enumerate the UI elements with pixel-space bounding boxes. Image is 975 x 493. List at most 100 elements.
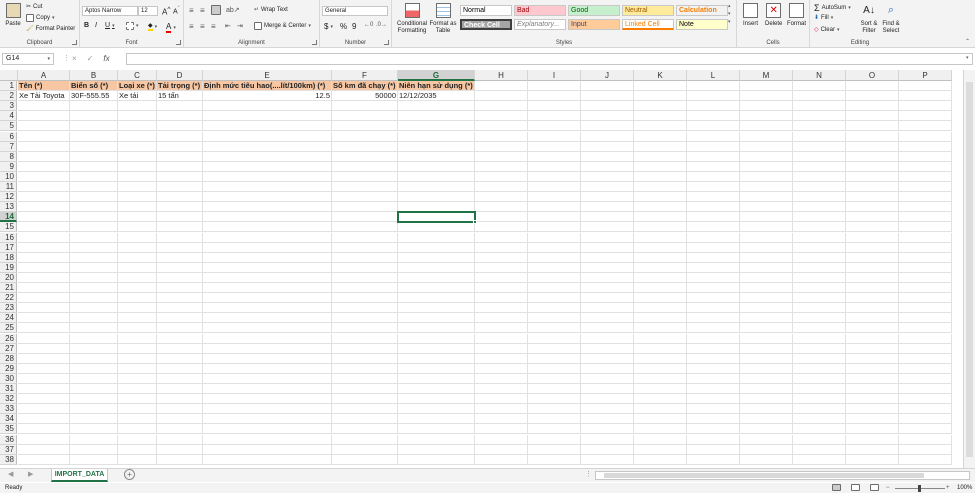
- cell[interactable]: [846, 414, 899, 425]
- cell[interactable]: [70, 272, 118, 283]
- cell[interactable]: [687, 262, 740, 273]
- cell[interactable]: [332, 121, 398, 132]
- cell[interactable]: [475, 303, 528, 314]
- cell[interactable]: [793, 171, 846, 182]
- cell[interactable]: [740, 141, 793, 152]
- row-header[interactable]: 9: [0, 161, 17, 172]
- cell[interactable]: [846, 242, 899, 253]
- page-break-icon[interactable]: [870, 484, 879, 491]
- cell[interactable]: [398, 171, 475, 182]
- vertical-scrollbar[interactable]: [963, 70, 975, 468]
- cell[interactable]: [740, 131, 793, 142]
- cell[interactable]: [332, 222, 398, 233]
- cell[interactable]: [475, 141, 528, 152]
- cell[interactable]: [398, 242, 475, 253]
- cell[interactable]: [203, 363, 332, 374]
- cell[interactable]: [634, 343, 687, 354]
- cell[interactable]: [332, 343, 398, 354]
- cell[interactable]: [332, 424, 398, 435]
- cell[interactable]: [118, 384, 157, 395]
- font-color-button[interactable]: A ▾: [166, 22, 176, 33]
- cell[interactable]: [528, 363, 581, 374]
- cell[interactable]: [687, 131, 740, 142]
- cell[interactable]: [332, 384, 398, 395]
- cell[interactable]: [203, 252, 332, 263]
- row-header[interactable]: 8: [0, 151, 17, 162]
- cell[interactable]: [475, 131, 528, 142]
- cell[interactable]: [581, 242, 634, 253]
- cell[interactable]: [793, 81, 846, 92]
- cell[interactable]: [70, 222, 118, 233]
- cell[interactable]: [846, 333, 899, 344]
- cell[interactable]: [475, 283, 528, 294]
- cell[interactable]: [528, 373, 581, 384]
- cell[interactable]: [118, 313, 157, 324]
- cell[interactable]: [398, 293, 475, 304]
- cell[interactable]: [157, 212, 203, 223]
- cell[interactable]: [118, 171, 157, 182]
- cell[interactable]: [687, 323, 740, 334]
- style-good[interactable]: Good: [568, 5, 620, 16]
- cell[interactable]: [398, 394, 475, 405]
- cell[interactable]: [18, 212, 70, 223]
- cell[interactable]: [687, 171, 740, 182]
- cell[interactable]: [846, 404, 899, 415]
- format-button[interactable]: Format: [787, 3, 806, 27]
- cell[interactable]: [70, 343, 118, 354]
- cell[interactable]: [70, 434, 118, 445]
- cell[interactable]: [740, 313, 793, 324]
- dialog-launcher-icon[interactable]: [72, 40, 77, 45]
- cell[interactable]: [846, 81, 899, 92]
- cell[interactable]: [332, 363, 398, 374]
- cell[interactable]: [634, 373, 687, 384]
- cell[interactable]: [157, 182, 203, 193]
- cell[interactable]: [18, 232, 70, 243]
- cell[interactable]: [18, 131, 70, 142]
- cell[interactable]: [118, 293, 157, 304]
- cell[interactable]: [793, 242, 846, 253]
- cell[interactable]: [846, 171, 899, 182]
- cell[interactable]: [528, 111, 581, 122]
- column-header-o[interactable]: O: [846, 70, 899, 81]
- cell[interactable]: [687, 161, 740, 172]
- cell[interactable]: [475, 202, 528, 213]
- cell[interactable]: [581, 91, 634, 102]
- cell[interactable]: [634, 121, 687, 132]
- cell[interactable]: [203, 293, 332, 304]
- row-header[interactable]: 29: [0, 363, 17, 374]
- cell[interactable]: [846, 394, 899, 405]
- cell[interactable]: [846, 202, 899, 213]
- cell[interactable]: [157, 323, 203, 334]
- delete-button[interactable]: ✕ Delete: [765, 3, 782, 27]
- cell[interactable]: [793, 414, 846, 425]
- cell[interactable]: [581, 262, 634, 273]
- cell[interactable]: [398, 283, 475, 294]
- cell[interactable]: [899, 242, 952, 253]
- cell[interactable]: [157, 283, 203, 294]
- cell[interactable]: [203, 353, 332, 364]
- gallery-scroll[interactable]: ▴ ▾ ▾: [728, 3, 731, 25]
- cell[interactable]: [70, 313, 118, 324]
- cell[interactable]: [687, 313, 740, 324]
- column-header-j[interactable]: J: [581, 70, 634, 81]
- cell[interactable]: [846, 131, 899, 142]
- cell[interactable]: [687, 111, 740, 122]
- cell[interactable]: [846, 384, 899, 395]
- cell[interactable]: [528, 161, 581, 172]
- cell[interactable]: [793, 353, 846, 364]
- data-cell[interactable]: 15 tấn: [157, 91, 203, 102]
- cell[interactable]: [118, 434, 157, 445]
- cell[interactable]: [475, 404, 528, 415]
- cell[interactable]: [118, 131, 157, 142]
- cell[interactable]: [687, 182, 740, 193]
- cell[interactable]: [18, 151, 70, 162]
- cell[interactable]: [332, 373, 398, 384]
- cell[interactable]: [687, 81, 740, 92]
- cell[interactable]: [203, 272, 332, 283]
- cell[interactable]: [793, 404, 846, 415]
- cell[interactable]: [203, 161, 332, 172]
- cell[interactable]: [793, 192, 846, 203]
- column-header-n[interactable]: N: [793, 70, 846, 81]
- cell[interactable]: [740, 373, 793, 384]
- cell[interactable]: [634, 333, 687, 344]
